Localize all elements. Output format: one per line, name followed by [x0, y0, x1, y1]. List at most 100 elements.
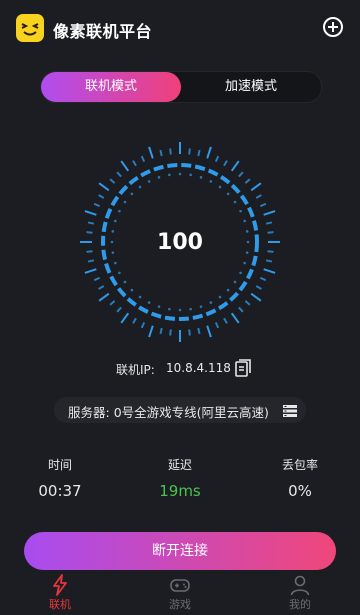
dial-tick-outer	[86, 250, 93, 253]
dial-dot-inner	[111, 230, 115, 233]
stat-time-label: 时间	[47, 458, 72, 472]
lightning-icon	[49, 574, 71, 596]
dial-dot-inner	[246, 240, 250, 244]
dial-tick-outer	[159, 149, 163, 157]
dial-dot-inner	[157, 305, 161, 308]
stat-latency-value: 19ms	[159, 482, 201, 500]
dial-dot-inner	[110, 240, 114, 244]
server-selector[interactable]: 服务器: 0号全游戏专线(阿里云高速)	[54, 397, 306, 423]
dial-dot-inner	[118, 271, 121, 275]
dial-tick-outer	[244, 178, 251, 184]
dial-tick-outer	[255, 285, 262, 290]
dial-dot-inner	[189, 173, 192, 177]
dial-tick-outer	[223, 317, 228, 324]
dial-tick-outer	[267, 250, 274, 253]
dial-dot-inner	[178, 308, 182, 312]
dial-tick-outer	[148, 325, 154, 338]
dial-dot-inner	[245, 251, 249, 254]
dial-dot-inner	[138, 295, 142, 299]
ip-label: 联机IP:	[116, 363, 155, 377]
dial-tick-outer	[98, 292, 110, 302]
app-header: 像素联机平台	[0, 0, 360, 58]
dial-dot-inner	[233, 280, 237, 284]
dial-dot-inner	[239, 271, 242, 275]
ip-value: 10.8.4.118	[166, 361, 231, 375]
dial-tick-outer	[98, 194, 105, 199]
stat-packet-loss-label: 丢包率	[281, 458, 318, 472]
dial-dot-inner	[243, 219, 246, 223]
nav-item-games[interactable]: 游戏	[140, 570, 220, 615]
dial-dot-inner	[226, 288, 230, 292]
dial-dot-inner	[114, 219, 117, 223]
dial-tick-outer	[120, 160, 130, 172]
nav-label-games: 游戏	[169, 598, 191, 611]
dial-tick-outer	[230, 312, 240, 324]
dial-tick-outer	[244, 300, 251, 306]
dial-tick-outer	[206, 146, 212, 159]
dial-tick-outer	[250, 182, 262, 192]
dial-dot-inner	[199, 305, 203, 308]
dial-tick-outer	[259, 202, 267, 208]
dial-tick-outer	[197, 327, 201, 335]
dial-dot-inner	[147, 301, 151, 304]
dial-dot-inner	[168, 173, 171, 177]
dial-tick-outer	[267, 231, 274, 234]
dial-tick-outer	[87, 221, 95, 225]
dial-tick-outer	[238, 171, 244, 178]
dial-dot-inner	[239, 209, 242, 213]
dial-dot-inner	[245, 230, 249, 233]
dial-dot-inner	[218, 185, 222, 189]
dial-tick-outer	[116, 171, 122, 178]
dial-tick-outer	[259, 276, 267, 282]
dial-tick-outer	[140, 321, 146, 329]
dial-tick-outer	[93, 276, 101, 282]
dial-tick-outer	[87, 259, 95, 263]
dial-dot-inner	[209, 180, 213, 183]
dial-tick-outer	[93, 202, 101, 208]
plus-circle-icon[interactable]	[322, 16, 344, 38]
dial-dot-inner	[130, 192, 134, 196]
dial-tick-outer	[98, 285, 105, 290]
dial-tick-outer	[169, 148, 172, 155]
dial-tick-outer	[86, 231, 93, 234]
server-list-icon	[282, 403, 298, 417]
dial-tick-outer	[238, 306, 244, 313]
dial-tick-outer	[230, 160, 240, 172]
dial-tick-outer	[132, 317, 137, 324]
dial-tick-outer	[169, 329, 172, 336]
dial-tick-outer	[223, 160, 228, 167]
stat-time-value: 00:37	[38, 482, 82, 500]
dial-tick-outer	[255, 194, 262, 199]
dial-tick-outer	[148, 146, 154, 159]
dial-dot-inner	[138, 185, 142, 189]
nav-item-online[interactable]: 联机	[20, 570, 100, 615]
mode-switch: 联机模式 加速模式	[40, 71, 322, 103]
dial-tick-outer	[197, 149, 201, 157]
nav-item-profile[interactable]: 我的	[260, 570, 340, 615]
nav-label-online: 联机	[49, 598, 71, 611]
disconnect-button[interactable]: 断开连接	[24, 532, 336, 570]
gamepad-icon	[169, 574, 191, 596]
dial-tick-outer	[109, 178, 116, 184]
dial-dot-inner	[157, 176, 161, 179]
dial-dot-inner	[111, 251, 115, 254]
dial-tick-outer	[265, 221, 273, 225]
server-text: 服务器: 0号全游戏专线(阿里云高速)	[68, 405, 269, 420]
stat-packet-loss-value: 0%	[288, 482, 312, 500]
dial-tick-outer	[206, 325, 212, 338]
dial-tick-outer	[109, 300, 116, 306]
copy-icon[interactable]	[234, 358, 252, 378]
dial-dot-inner	[123, 280, 127, 284]
dial-dot-inner	[233, 200, 237, 204]
dial-tick-outer	[98, 182, 110, 192]
dial-dot-inner	[189, 307, 192, 311]
dial-tick-outer	[250, 292, 262, 302]
dial-tick-outer	[263, 268, 276, 274]
dial-tick-outer	[214, 155, 220, 163]
dial-tick-outer	[188, 148, 191, 155]
tab-accelerate-mode[interactable]: 加速模式	[181, 72, 321, 102]
dial-tick-outer	[263, 210, 276, 216]
tab-online-mode[interactable]: 联机模式	[41, 72, 181, 102]
dial-dot-inner	[147, 180, 151, 183]
dial-dot-inner	[130, 288, 134, 292]
